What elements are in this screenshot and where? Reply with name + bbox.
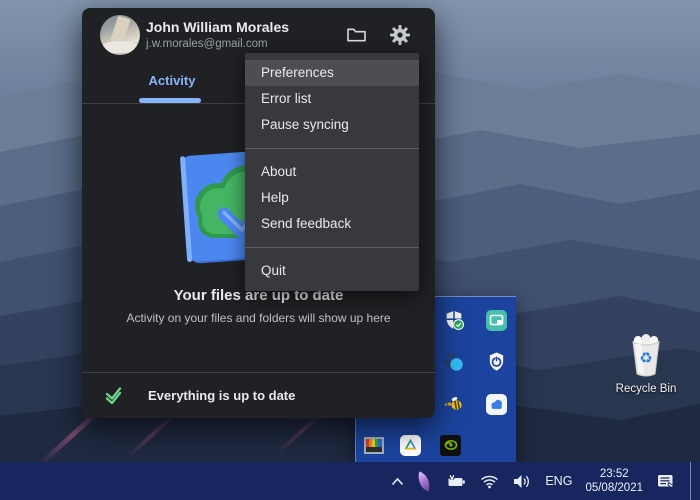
wifi-icon[interactable]: [480, 474, 499, 489]
bee-app-icon[interactable]: [442, 392, 466, 416]
menu-item-quit[interactable]: Quit: [245, 258, 419, 284]
chevron-up-icon[interactable]: [391, 477, 404, 486]
cyan-app-icon[interactable]: [442, 350, 466, 374]
settings-menu: Preferences Error list Pause syncing Abo…: [245, 53, 419, 291]
tab-activity[interactable]: Activity: [122, 73, 222, 88]
teal-app-icon[interactable]: [484, 308, 508, 332]
folder-icon: [346, 26, 367, 48]
recycle-bin-label: Recycle Bin: [615, 383, 677, 395]
menu-divider: [245, 247, 419, 248]
show-desktop-button[interactable]: [690, 462, 695, 500]
power-badge-icon[interactable]: [484, 350, 508, 374]
menu-divider: [245, 148, 419, 149]
open-folder-button[interactable]: [344, 25, 368, 49]
menu-item-preferences[interactable]: Preferences: [245, 60, 419, 86]
system-tray: ENG 23:52 05/08/2021: [391, 462, 700, 500]
menu-item-pause-syncing[interactable]: Pause syncing: [245, 112, 419, 138]
user-name: John William Morales: [146, 19, 290, 35]
menu-item-help[interactable]: Help: [245, 185, 419, 211]
volume-icon[interactable]: [512, 474, 532, 489]
photos-grid-icon[interactable]: [362, 433, 386, 457]
language-indicator[interactable]: ENG: [545, 474, 572, 488]
google-drive-icon[interactable]: [398, 433, 422, 457]
svg-text:♻: ♻: [639, 349, 652, 367]
feather-icon[interactable]: [415, 471, 434, 491]
menu-item-error-list[interactable]: Error list: [245, 86, 419, 112]
clock-date: 05/08/2021: [585, 482, 643, 494]
double-check-icon: [104, 386, 130, 409]
nvidia-icon[interactable]: [438, 433, 462, 457]
status-bar: Everything is up to date: [82, 373, 435, 418]
windows-defender-icon[interactable]: [442, 308, 466, 332]
avatar[interactable]: [100, 15, 140, 55]
cloud-app-icon[interactable]: [484, 392, 508, 416]
empty-state-subtitle: Activity on your files and folders will …: [126, 311, 391, 325]
menu-item-send-feedback[interactable]: Send feedback: [245, 211, 419, 237]
taskbar-clock[interactable]: 23:52 05/08/2021: [585, 467, 643, 495]
settings-button[interactable]: [388, 24, 412, 51]
gear-icon: [389, 24, 411, 51]
battery-icon[interactable]: [444, 474, 467, 489]
recycle-bin[interactable]: ♻ Recycle Bin: [604, 332, 688, 395]
touch-keyboard-icon[interactable]: [656, 473, 677, 490]
user-email: j.w.morales@gmail.com: [146, 38, 268, 50]
status-label: Everything is up to date: [148, 388, 296, 403]
desktop: ♻ Recycle Bin John William Morales j.w.m…: [0, 0, 700, 500]
recycle-bin-icon: ♻: [623, 332, 669, 380]
taskbar: ENG 23:52 05/08/2021: [0, 462, 700, 500]
menu-item-about[interactable]: About: [245, 159, 419, 185]
clock-time: 23:52: [599, 468, 629, 480]
